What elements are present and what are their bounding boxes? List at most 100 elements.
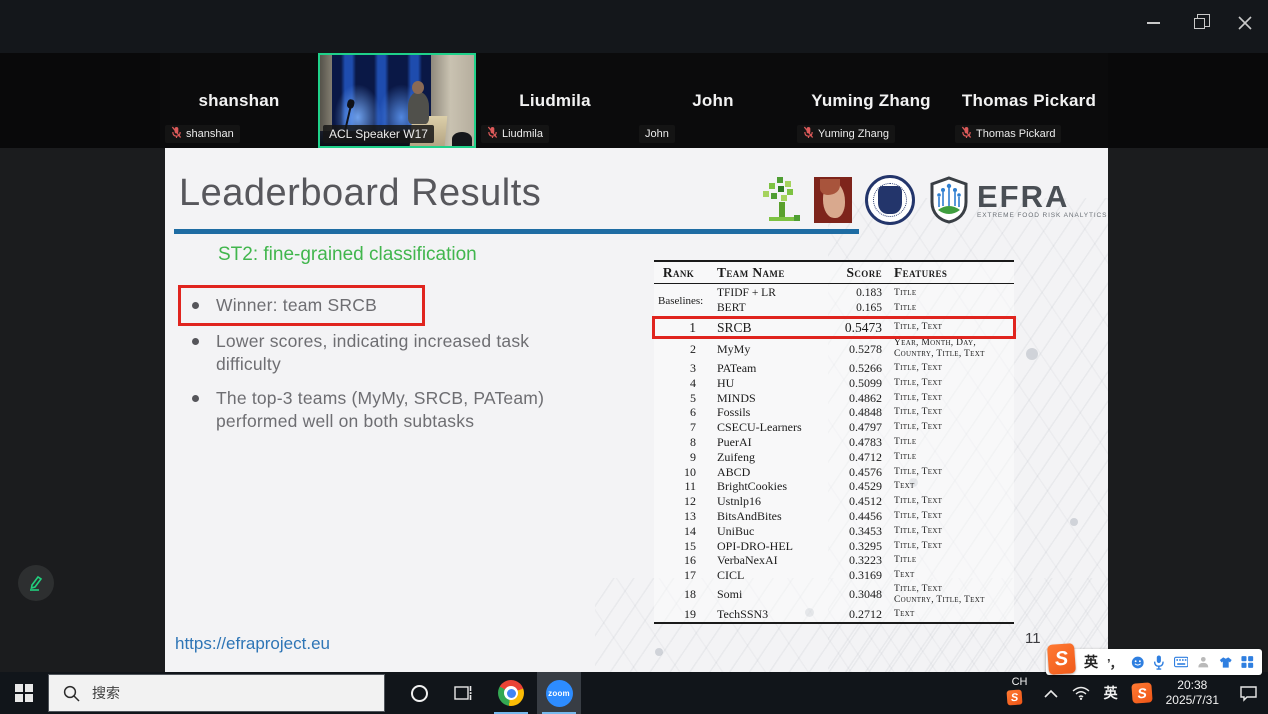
participant-label-text: ACL Speaker W17 <box>329 127 428 141</box>
close-button[interactable] <box>1230 10 1260 36</box>
team-cell: Somi <box>709 587 824 602</box>
baseline-score: 0.165 <box>824 301 882 316</box>
bullet-text: Lower scores, indicating increased task … <box>216 330 568 376</box>
sogou-tray-icon[interactable]: S <box>1131 682 1152 703</box>
minimize-button[interactable] <box>1138 10 1168 36</box>
sogou-logo[interactable]: S <box>1047 643 1076 675</box>
taskbar-search[interactable] <box>48 674 385 712</box>
features-cell: Title, Text <box>884 496 1014 507</box>
header-cell: Team Name <box>709 265 824 281</box>
participant-tile-yuming-zhang[interactable]: Yuming ZhangYuming Zhang <box>792 53 950 148</box>
mic-muted-icon-wrap <box>171 126 182 142</box>
circuit-dot <box>655 648 663 656</box>
skin-icon[interactable] <box>1219 656 1233 669</box>
header-cell: Features <box>884 267 1014 278</box>
table-row-rank-4: 4HU0.5099Title, Text <box>654 376 1014 391</box>
rank-cell: 7 <box>654 420 709 435</box>
team-cell: PuerAI <box>709 435 824 450</box>
rank-cell: 5 <box>654 391 709 406</box>
score-cell: 0.5278 <box>824 342 884 357</box>
mic-muted-icon-wrap <box>961 126 972 142</box>
table-row-rank-7: 7CSECU-Learners0.4797Title, Text <box>654 420 1014 435</box>
search-icon <box>63 685 80 702</box>
close-icon <box>1238 16 1252 30</box>
task-view-icon <box>454 685 473 701</box>
rank-cell: 2 <box>654 342 709 357</box>
score-cell: 0.3295 <box>824 539 884 554</box>
features-line: Title, Text <box>894 541 1014 552</box>
mic-muted-icon-wrap <box>487 126 498 142</box>
action-center-icon[interactable] <box>1239 685 1258 702</box>
features-cell: Text <box>884 570 1014 581</box>
table-row-rank-14: 14UniBuc0.3453Title, Text <box>654 524 1014 539</box>
ime-mode-label: CH <box>1012 676 1028 688</box>
toolbox-icon[interactable] <box>1241 655 1254 669</box>
participant-tile-thomas-pickard[interactable]: Thomas PickardThomas Pickard <box>950 53 1108 148</box>
emoji-icon[interactable] <box>1131 655 1145 670</box>
table-row-rank-1: 1SRCB0.5473Title, Text <box>654 318 1014 337</box>
table-row-rank-3: 3PATeam0.5266Title, Text <box>654 361 1014 376</box>
features-line: Country, Title, Text <box>894 595 1014 606</box>
score-cell: 0.4862 <box>824 391 884 406</box>
classical-bust-logo <box>814 177 852 223</box>
features-cell: Title, Text <box>884 541 1014 552</box>
team-cell: PATeam <box>709 361 824 376</box>
profile-icon[interactable] <box>1197 655 1210 669</box>
tray-ime-indicator[interactable]: CH S <box>1004 675 1030 711</box>
features-line: Title, Text <box>894 363 1014 374</box>
participant-tile-shanshan[interactable]: shanshanshanshan <box>160 53 318 148</box>
rank-cell: 8 <box>654 435 709 450</box>
tray-language-label[interactable]: 英 <box>1104 683 1118 703</box>
ime-punctuation-toggle[interactable]: ’， <box>1107 653 1122 672</box>
highlight-red-box <box>178 285 425 326</box>
slide-subtitle: ST2: fine-grained classification <box>218 244 477 266</box>
bullet-text: The top-3 teams (MyMy, SRCB, PATeam) per… <box>216 387 568 433</box>
features-line: Text <box>894 570 1014 581</box>
task-view-button[interactable] <box>441 672 485 714</box>
features-line: Title <box>894 437 1014 448</box>
ime-language-toggle[interactable]: 英 <box>1084 652 1098 672</box>
bullet-item: The top-3 teams (MyMy, SRCB, PATeam) per… <box>192 387 612 433</box>
efra-shield-icon <box>928 176 970 224</box>
features-cell: Title, Text <box>884 422 1014 433</box>
team-cell: Ustnlp16 <box>709 494 824 509</box>
score-cell: 0.4456 <box>824 509 884 524</box>
features-cell: Year, Month, Day,Country, Title, Text <box>884 338 1014 360</box>
search-input[interactable] <box>92 685 332 701</box>
zoom-taskbar-button[interactable]: zoom <box>537 672 581 714</box>
restore-button[interactable] <box>1184 10 1214 36</box>
cortana-icon <box>411 685 428 702</box>
rank-cell: 17 <box>654 568 709 583</box>
taskbar-clock[interactable]: 20:38 2025/7/31 <box>1166 678 1219 708</box>
voice-input-icon[interactable] <box>1153 655 1165 670</box>
features-cell: Title <box>884 555 1014 566</box>
team-cell: SRCB <box>709 320 824 336</box>
cortana-button[interactable] <box>397 672 441 714</box>
baselines-row: Baselines:TFIDF + LRBERT0.1830.165TitleT… <box>654 284 1014 318</box>
features-cell: Title, Text <box>884 322 1014 333</box>
participant-label: Liudmila <box>481 125 549 143</box>
start-button[interactable] <box>0 672 48 714</box>
baseline-scores: 0.1830.165 <box>824 286 884 316</box>
pencil-icon <box>27 574 45 592</box>
features-line: Title, Text <box>894 378 1014 389</box>
chrome-taskbar-button[interactable] <box>489 672 533 714</box>
participant-tile-acl-speaker-w17[interactable]: ACL Speaker W17 <box>318 53 476 148</box>
ime-toolbar: S 英 ’， <box>1046 649 1262 675</box>
baseline-score: 0.183 <box>824 286 882 301</box>
participant-tile-liudmila[interactable]: LiudmilaLiudmila <box>476 53 634 148</box>
wifi-icon[interactable] <box>1072 686 1090 700</box>
participant-label: Yuming Zhang <box>797 125 895 143</box>
mic-muted-icon <box>961 126 972 139</box>
participant-tile-john[interactable]: JohnJohn <box>634 53 792 148</box>
team-cell: Fossils <box>709 405 824 420</box>
rank-cell: 10 <box>654 465 709 480</box>
rank-cell: 6 <box>654 405 709 420</box>
participant-label: ACL Speaker W17 <box>323 125 434 143</box>
features-cell: Text <box>884 481 1014 492</box>
keyboard-icon[interactable] <box>1174 656 1188 668</box>
annotate-button[interactable] <box>18 565 54 601</box>
slide-page-number: 11 <box>1025 630 1041 647</box>
video-strip: shanshanshanshan ACL Speaker W17 LiudmilaL… <box>0 53 1268 148</box>
hidden-icons-chevron[interactable] <box>1044 689 1058 698</box>
